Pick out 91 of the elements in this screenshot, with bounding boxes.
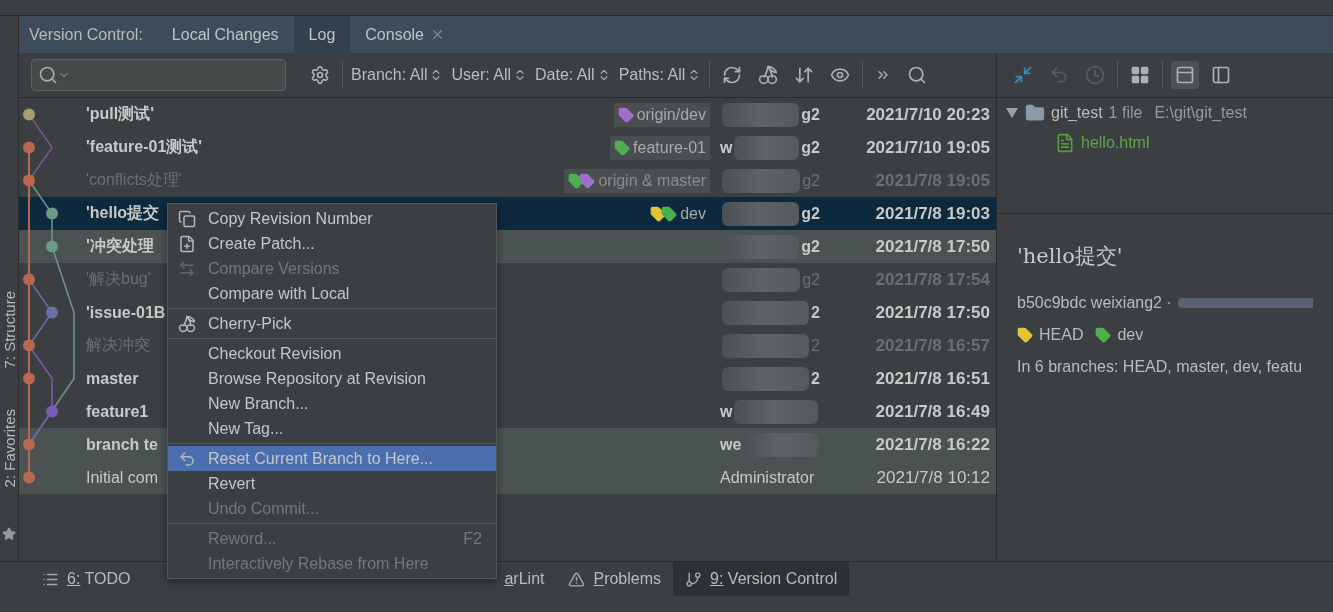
tab[interactable]: Log xyxy=(293,16,351,53)
shortcut-label: F2 xyxy=(463,529,482,548)
sort-icon xyxy=(794,65,815,85)
commit-subject: branch te xyxy=(86,435,158,454)
author-name: 2 xyxy=(811,369,820,388)
commit-subject: 'pull测试' xyxy=(86,104,155,124)
commit-date: 2021/7/8 16:51 xyxy=(874,368,990,389)
tool-window-button[interactable]: Problems xyxy=(556,562,674,596)
commit-date: 2021/7/8 19:03 xyxy=(874,203,990,224)
tag-label: origin & master xyxy=(598,171,706,190)
filter-dropdown[interactable]: Date: All xyxy=(535,66,611,84)
menu-item[interactable]: Revert xyxy=(168,471,496,496)
commit-title: 'hello提交' xyxy=(1017,243,1124,270)
ref-label: dev xyxy=(1117,326,1144,344)
author-name: we xyxy=(720,435,742,454)
commit-date: 2021/7/8 16:49 xyxy=(874,401,990,422)
patch-icon xyxy=(178,234,196,253)
branches-text: In 6 branches: HEAD, master, dev, featu xyxy=(1017,358,1303,376)
side-tool-tab[interactable]: 7: Structure xyxy=(0,291,18,369)
author-name: g2 xyxy=(801,204,820,223)
tag-label: origin/dev xyxy=(636,105,706,124)
cherry-icon xyxy=(178,314,196,333)
folder-icon xyxy=(1025,103,1045,123)
commit-subject: Initial com xyxy=(86,468,159,487)
author-name: 2 xyxy=(811,303,820,322)
star-icon xyxy=(2,526,16,541)
layout-side-icon xyxy=(1211,65,1231,85)
search-icon xyxy=(907,65,928,85)
file-count: 1 file xyxy=(1108,104,1143,122)
tag-label: feature-01 xyxy=(633,138,706,157)
author-name: g2 xyxy=(801,138,820,157)
tag-label: dev xyxy=(680,204,706,223)
refresh-icon xyxy=(722,65,743,85)
author-name: w xyxy=(720,402,733,421)
commit-subject: 'hello提交 xyxy=(86,203,160,223)
menu-item[interactable]: Copy Revision Number xyxy=(168,206,496,231)
author-name: g2 xyxy=(801,105,820,124)
history-icon xyxy=(1085,65,1105,85)
commit-hash-author: b50c9bdc weixiang2 · xyxy=(1017,294,1172,312)
group-by-icon xyxy=(1130,65,1150,85)
commit-date: 2021/7/8 17:50 xyxy=(874,302,990,323)
folder-path: E:\git\git_test xyxy=(1154,104,1247,122)
html-file-icon xyxy=(1055,133,1075,153)
layout-top-button[interactable] xyxy=(1171,61,1199,89)
commit-date: 2021/7/8 17:50 xyxy=(874,236,990,257)
tool-window-title: Version Control: xyxy=(29,24,143,45)
filter-dropdown[interactable]: Paths: All xyxy=(618,66,702,84)
expand-arrow-icon[interactable] xyxy=(1005,107,1019,119)
author-name: Administrator xyxy=(720,468,815,487)
author-name: w xyxy=(720,138,733,157)
menu-item[interactable]: New Branch... xyxy=(168,391,496,416)
undo-icon xyxy=(1049,65,1069,85)
filter-dropdown[interactable]: User: All xyxy=(451,66,528,84)
blurred-area xyxy=(734,135,800,160)
file-name[interactable]: hello.html xyxy=(1081,134,1150,152)
folder-name: git_test xyxy=(1051,104,1103,122)
commit-subject: feature1 xyxy=(86,402,149,421)
filter-dropdown[interactable]: Branch: All xyxy=(351,66,444,84)
warning-icon xyxy=(568,570,586,588)
commit-subject: '冲突处理 xyxy=(86,236,154,256)
menu-item[interactable]: Cherry-Pick xyxy=(168,311,496,336)
tab[interactable]: Local Changes xyxy=(156,16,294,53)
tool-window-button[interactable]: 9: Version Control xyxy=(673,562,850,596)
menu-item[interactable]: Checkout Revision xyxy=(168,341,496,366)
menu-item[interactable]: Browse Repository at Revision xyxy=(168,366,496,391)
search-icon xyxy=(38,65,58,85)
commit-subject: 'issue-01B xyxy=(86,303,166,322)
menu-item[interactable]: Create Patch... xyxy=(168,231,496,256)
commit-subject: master xyxy=(86,369,139,388)
layout-top-icon xyxy=(1175,65,1195,85)
cherry-pick-icon xyxy=(758,65,779,85)
tab[interactable]: Console xyxy=(350,16,460,53)
author-name: g2 xyxy=(801,237,820,256)
side-tool-tab[interactable]: 2: Favorites xyxy=(0,408,18,487)
view-options-icon xyxy=(830,65,851,85)
collapse-icon xyxy=(1013,65,1033,85)
settings-icon xyxy=(310,65,330,85)
commit-date: 2021/7/10 19:05 xyxy=(865,137,990,158)
undo-icon xyxy=(178,449,196,468)
menu-item[interactable]: Compare with Local xyxy=(168,281,496,306)
commit-subject: 'feature-01测试' xyxy=(86,137,203,157)
commit-date: 2021/7/8 10:12 xyxy=(875,467,990,488)
menu-item[interactable]: Reset Current Branch to Here... xyxy=(168,446,496,471)
compare-icon xyxy=(178,259,196,278)
copy-icon xyxy=(178,209,196,228)
tool-window-button[interactable]: 6: TODO xyxy=(30,562,143,596)
branch-icon xyxy=(685,570,703,588)
commit-date: 2021/7/8 16:22 xyxy=(874,434,990,455)
search-field[interactable] xyxy=(31,59,286,91)
commit-date: 2021/7/10 20:23 xyxy=(865,104,990,125)
ref-label: HEAD xyxy=(1039,326,1084,344)
